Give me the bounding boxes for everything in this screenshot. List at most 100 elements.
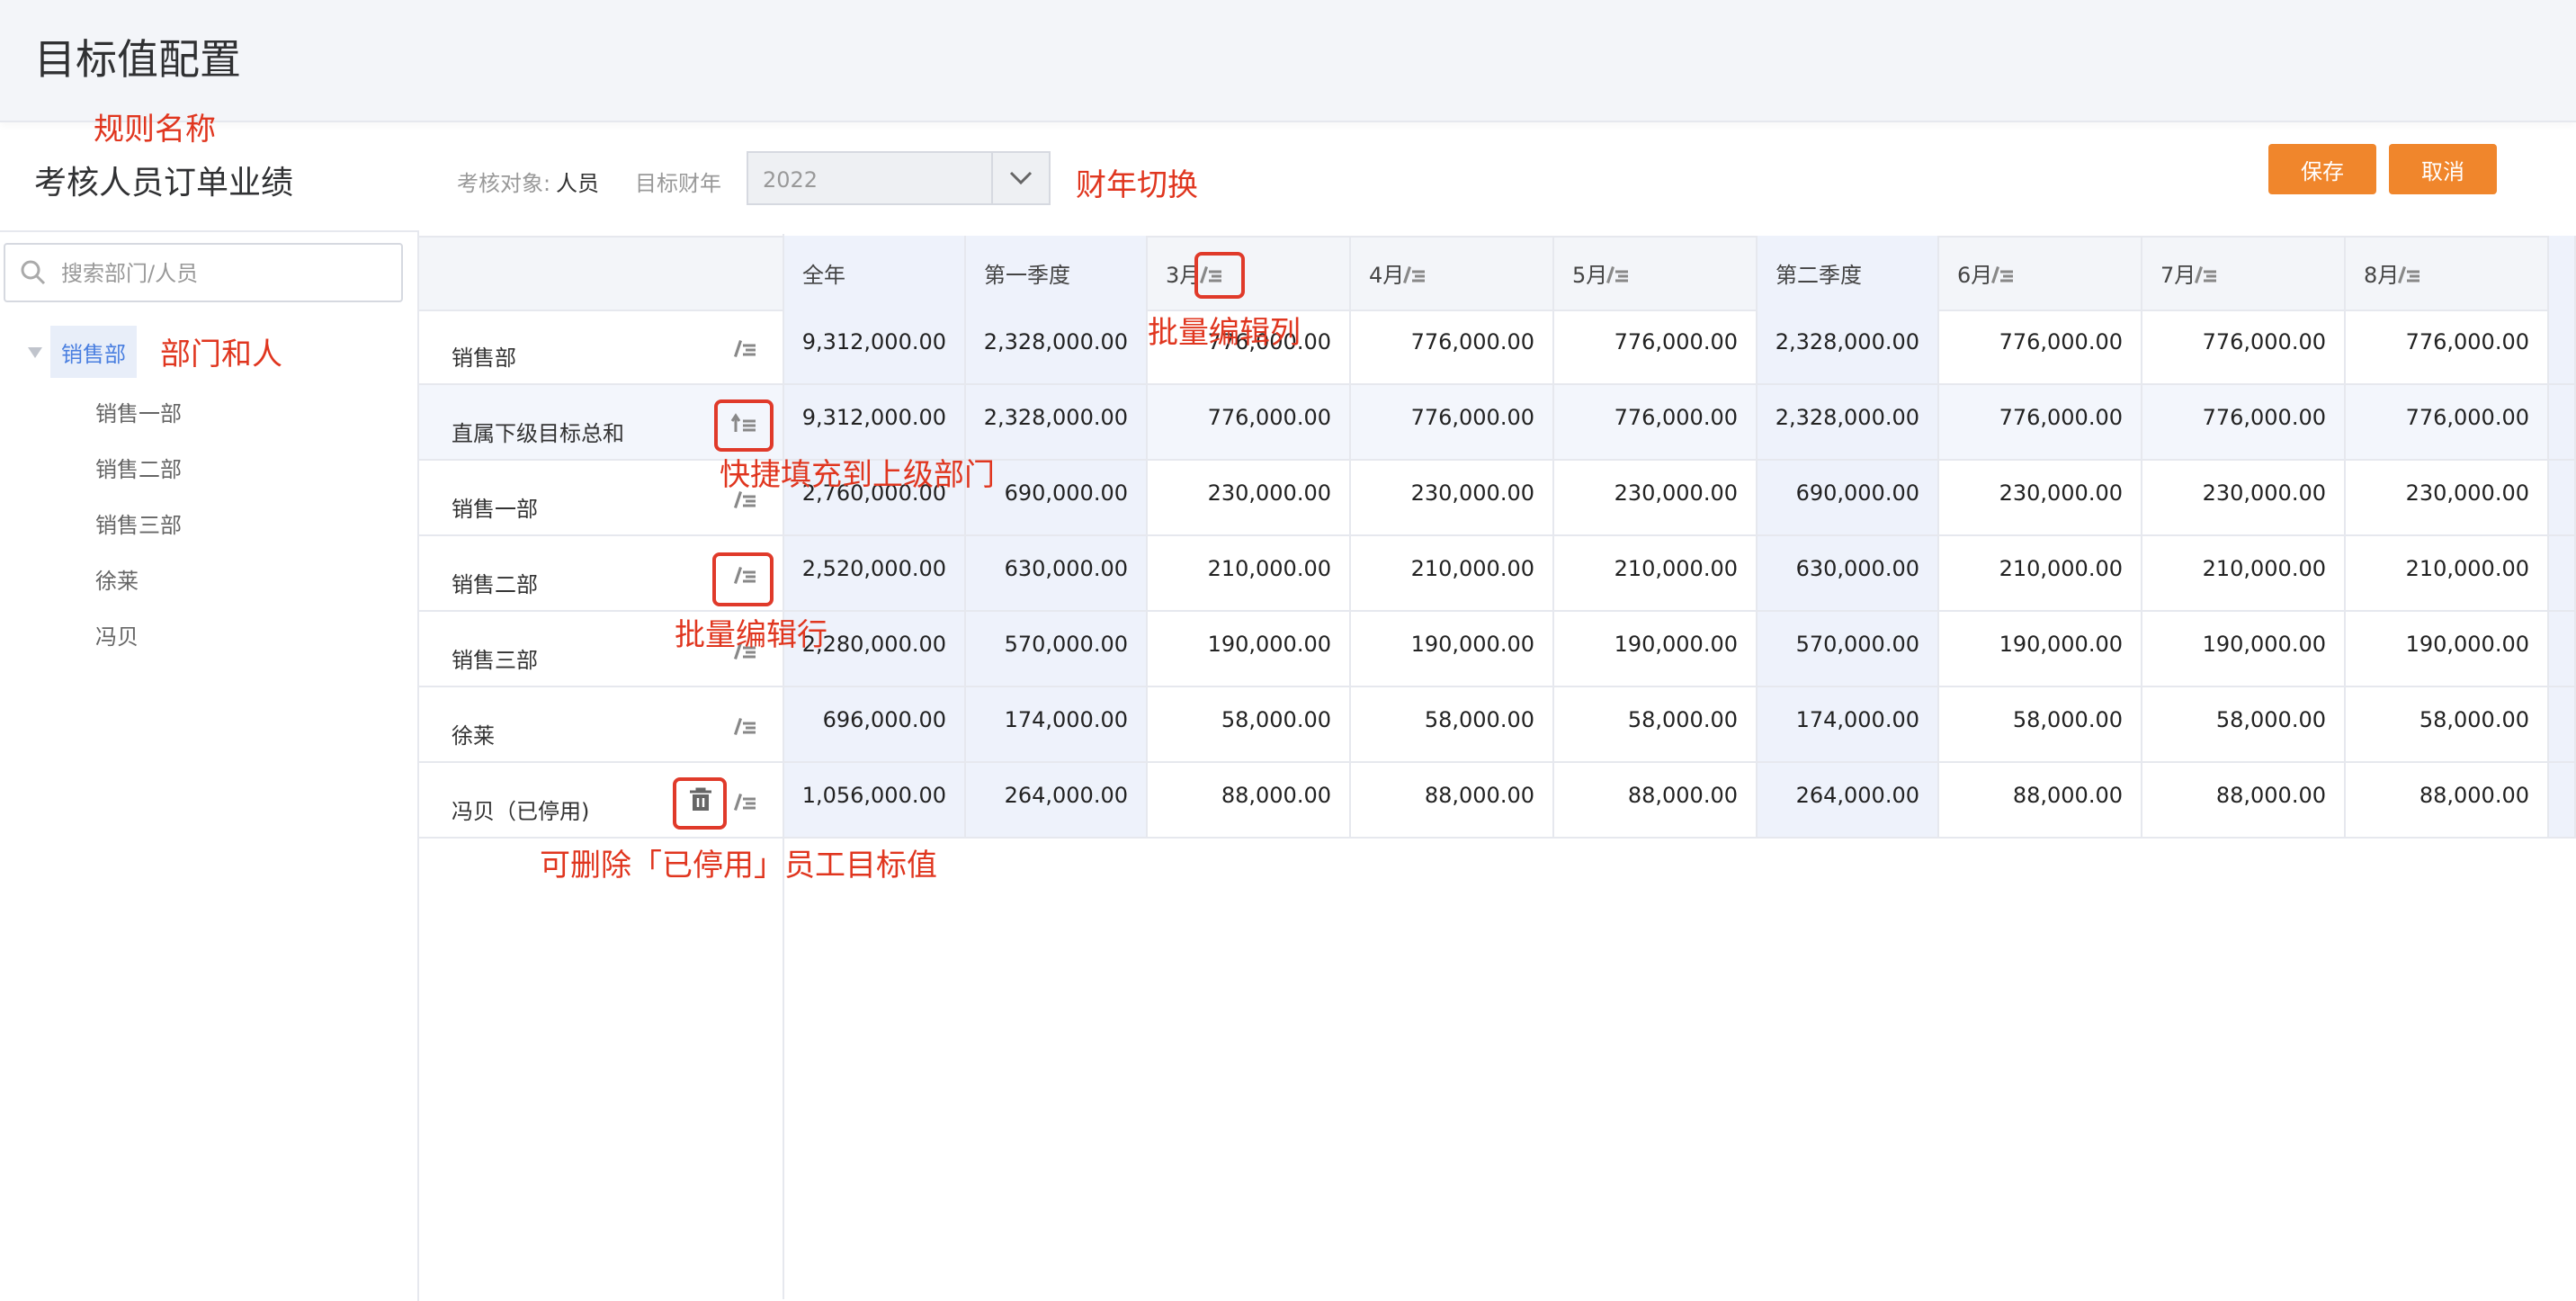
cell-value: 2,328,000.00 xyxy=(1775,329,1919,354)
table-cell[interactable]: 190,000.00 xyxy=(1351,612,1554,686)
table-cell[interactable]: 58,000.00 xyxy=(2142,687,2346,761)
header-bar xyxy=(0,0,2576,122)
table-cell[interactable]: 630,000.00 xyxy=(1758,536,1939,610)
search-box[interactable] xyxy=(4,243,403,302)
cell-value: 696,000.00 xyxy=(822,707,946,732)
table-cell[interactable]: 2,520,000.00 xyxy=(784,536,966,610)
table-cell[interactable]: 58,000.00 xyxy=(1554,687,1758,761)
table-cell-partial xyxy=(2549,687,2576,761)
table-cell[interactable]: 776,000.00 xyxy=(1554,385,1758,459)
fiscal-year-select[interactable]: 2022 xyxy=(747,151,1051,205)
tree-item[interactable]: 销售三部 xyxy=(95,507,182,539)
table-cell[interactable]: 88,000.00 xyxy=(1148,763,1351,837)
table-cell[interactable]: 190,000.00 xyxy=(1939,612,2142,686)
highlight-batch-col xyxy=(1194,252,1245,299)
table-cell[interactable]: 2,328,000.00 xyxy=(1758,385,1939,459)
tree-item-sales-dept[interactable]: 销售部 xyxy=(50,326,137,378)
edit-list-icon[interactable] xyxy=(2394,263,2421,290)
table-cell[interactable]: 58,000.00 xyxy=(1148,687,1351,761)
table-cell[interactable]: 58,000.00 xyxy=(1939,687,2142,761)
table-cell[interactable]: 776,000.00 xyxy=(2346,385,2549,459)
table-cell[interactable]: 88,000.00 xyxy=(1554,763,1758,837)
table-cell[interactable]: 174,000.00 xyxy=(1758,687,1939,761)
table-cell[interactable]: 230,000.00 xyxy=(1554,461,1758,534)
table-cell[interactable]: 776,000.00 xyxy=(1351,310,1554,383)
column-header: 全年 xyxy=(784,236,966,310)
table-cell-partial xyxy=(2549,385,2576,459)
table-cell[interactable]: 174,000.00 xyxy=(966,687,1148,761)
table-cell[interactable]: 696,000.00 xyxy=(784,687,966,761)
edit-list-icon[interactable] xyxy=(730,336,757,363)
sidebar xyxy=(0,230,419,1301)
table-cell[interactable]: 2,328,000.00 xyxy=(1758,310,1939,383)
cancel-button[interactable]: 取消 xyxy=(2389,144,2497,194)
tree-item[interactable]: 销售一部 xyxy=(95,396,182,427)
table-cell[interactable]: 9,312,000.00 xyxy=(784,310,966,383)
edit-list-icon[interactable] xyxy=(2191,263,2218,290)
table-cell[interactable]: 190,000.00 xyxy=(1148,612,1351,686)
table-cell[interactable]: 210,000.00 xyxy=(2346,536,2549,610)
cell-value: 174,000.00 xyxy=(1004,707,1128,732)
search-input[interactable] xyxy=(59,254,387,293)
table-cell[interactable]: 88,000.00 xyxy=(2142,763,2346,837)
table-cell[interactable]: 776,000.00 xyxy=(2346,310,2549,383)
table-cell[interactable]: 210,000.00 xyxy=(1939,536,2142,610)
tree-item[interactable]: 冯贝 xyxy=(95,619,139,650)
row-name: 销售一部 xyxy=(452,497,538,522)
table-cell[interactable]: 690,000.00 xyxy=(1758,461,1939,534)
table-cell[interactable]: 2,328,000.00 xyxy=(966,385,1148,459)
table-cell[interactable]: 776,000.00 xyxy=(1554,310,1758,383)
caret-down-icon[interactable] xyxy=(27,345,43,363)
edit-list-icon[interactable] xyxy=(1400,263,1427,290)
cell-value: 230,000.00 xyxy=(2202,480,2326,506)
table-cell[interactable]: 210,000.00 xyxy=(1351,536,1554,610)
table-cell[interactable]: 9,312,000.00 xyxy=(784,385,966,459)
year-label: 目标财年 xyxy=(635,171,721,196)
table-cell[interactable]: 776,000.00 xyxy=(1351,385,1554,459)
table-cell[interactable]: 776,000.00 xyxy=(1148,385,1351,459)
column-header: 5月 xyxy=(1554,236,1758,310)
table-cell[interactable]: 210,000.00 xyxy=(2142,536,2346,610)
table-cell-partial xyxy=(2549,310,2576,383)
table-cell[interactable]: 230,000.00 xyxy=(1351,461,1554,534)
table-cell[interactable]: 190,000.00 xyxy=(2142,612,2346,686)
table-cell[interactable]: 230,000.00 xyxy=(2346,461,2549,534)
table-cell[interactable]: 570,000.00 xyxy=(1758,612,1939,686)
table-cell[interactable]: 1,056,000.00 xyxy=(784,763,966,837)
table-cell[interactable]: 58,000.00 xyxy=(1351,687,1554,761)
edit-list-icon[interactable] xyxy=(1988,263,2015,290)
cell-value: 230,000.00 xyxy=(1999,480,2123,506)
table-cell[interactable]: 630,000.00 xyxy=(966,536,1148,610)
table-cell[interactable]: 190,000.00 xyxy=(1554,612,1758,686)
table-cell[interactable]: 88,000.00 xyxy=(1939,763,2142,837)
edit-list-icon[interactable] xyxy=(730,714,757,741)
cell-value: 58,000.00 xyxy=(2215,707,2326,732)
annotation-dept-people: 部门和人 xyxy=(160,336,282,372)
table-cell[interactable]: 570,000.00 xyxy=(966,612,1148,686)
row-name: 销售部 xyxy=(452,345,516,371)
table-cell[interactable]: 210,000.00 xyxy=(1148,536,1351,610)
edit-list-icon[interactable] xyxy=(1603,263,1630,290)
table-cell[interactable]: 776,000.00 xyxy=(2142,385,2346,459)
table-cell[interactable]: 2,328,000.00 xyxy=(966,310,1148,383)
table-cell[interactable]: 210,000.00 xyxy=(1554,536,1758,610)
table-cell[interactable]: 776,000.00 xyxy=(1939,385,2142,459)
table-cell[interactable]: 230,000.00 xyxy=(2142,461,2346,534)
table-cell[interactable]: 88,000.00 xyxy=(1351,763,1554,837)
table-cell[interactable]: 776,000.00 xyxy=(1939,310,2142,383)
table-cell[interactable]: 776,000.00 xyxy=(2142,310,2346,383)
table-cell[interactable]: 190,000.00 xyxy=(2346,612,2549,686)
edit-list-icon[interactable] xyxy=(730,790,757,817)
table-cell[interactable]: 58,000.00 xyxy=(2346,687,2549,761)
cell-value: 690,000.00 xyxy=(1795,480,1919,506)
tree-item[interactable]: 徐莱 xyxy=(95,563,139,595)
chevron-down-icon[interactable] xyxy=(991,153,1049,203)
cell-value: 2,328,000.00 xyxy=(983,405,1128,430)
table-cell[interactable]: 264,000.00 xyxy=(966,763,1148,837)
tree-item[interactable]: 销售二部 xyxy=(95,452,182,483)
table-cell[interactable]: 264,000.00 xyxy=(1758,763,1939,837)
save-button[interactable]: 保存 xyxy=(2268,144,2376,194)
table-cell[interactable]: 230,000.00 xyxy=(1148,461,1351,534)
table-cell[interactable]: 88,000.00 xyxy=(2346,763,2549,837)
table-cell[interactable]: 230,000.00 xyxy=(1939,461,2142,534)
